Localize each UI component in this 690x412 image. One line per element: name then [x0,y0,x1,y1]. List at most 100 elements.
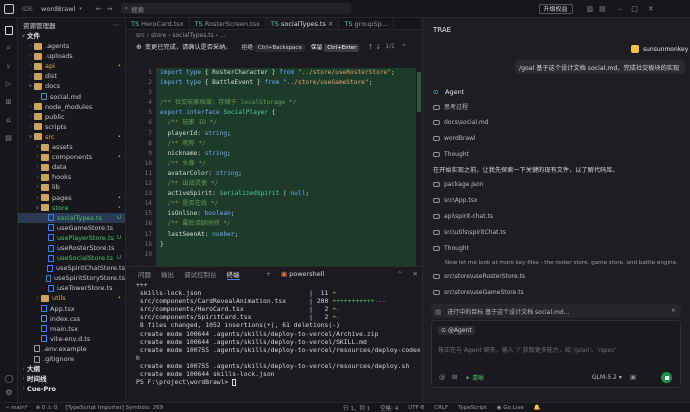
code-line[interactable]: activeSpirit: SerializedSpirit | null; [156,189,416,199]
code-line[interactable]: /** 玩家 ID */ [156,118,416,128]
tree-item[interactable]: › data [18,162,125,172]
tree-item[interactable]: › public [18,112,125,122]
thought-item[interactable]: Thought [433,244,469,252]
tree-item[interactable]: useGameStore.ts [18,223,125,233]
terminal-shell-name[interactable]: powershell [289,270,324,278]
goal-pause-icon[interactable]: ⏸ [672,306,675,315]
next-change-icon[interactable]: ↓ [375,43,381,51]
code-line[interactable]: /** 社交玩家档案：存储于 localStorage */ [156,98,416,108]
stop-button-icon[interactable] [661,372,672,383]
tab-problems[interactable]: 问题 [138,269,151,279]
code-editor[interactable]: 1 2 3 4 5 6 7 8 9 10 11 12 13 14 15 16 17 18 19 import typ… [126,68,422,266]
tree-item[interactable]: index.css [18,314,125,324]
at-mention-icon[interactable]: @ [439,373,446,381]
ts-importer-status[interactable]: [TypeScript Importer] Symbols: 269 [65,405,163,411]
account-icon[interactable]: ◯ [3,372,15,384]
file-reference[interactable]: api\spirit-chat.ts [433,212,493,220]
file-reference[interactable]: package.json [433,180,484,188]
code-line[interactable]: playerId: string; [156,129,416,139]
tree-item[interactable]: ∨ docs [18,81,125,91]
tab-social-types[interactable]: TS socialTypes.ts ✕ [265,18,340,29]
tree-item[interactable]: useTowerStore.ts [18,283,125,293]
tab-roster-screen[interactable]: TS RosterScreen.tsx [190,18,266,29]
tree-item[interactable]: › 时间线 [18,374,125,384]
remote-icon[interactable]: ⌂ [3,114,15,126]
tree-item[interactable]: ∨ 文件 [18,31,125,41]
panel-toggle-icon[interactable]: ▤ [599,5,606,13]
close-icon[interactable]: ✕ [648,5,654,13]
encoding[interactable]: UTF-8 [408,405,424,411]
code-line[interactable]: /** 是否在线 */ [156,199,416,209]
code-line[interactable]: nickname: string; [156,149,416,159]
tree-item[interactable]: › .agents [18,41,125,51]
tree-item[interactable]: › utils • [18,293,125,303]
tree-item[interactable]: useSocialStore.ts U [18,253,125,263]
tab-group-sp[interactable]: TS groupSp... [339,18,394,29]
file-reference[interactable]: wordBrawl [433,134,476,142]
code-body[interactable]: import type { RosterCharacter } from "..… [156,68,416,266]
mention-chip[interactable]: ⊙ @Agent [438,326,475,335]
tree-item[interactable]: social.md [18,92,125,102]
tree-item[interactable]: useSpiritChatStore.ts [18,263,125,273]
tab-terminal[interactable]: 终端 [226,269,240,280]
run-debug-icon[interactable]: ▷ [3,78,15,90]
tab-output[interactable]: 输出 [161,269,174,279]
tab-hero-card[interactable]: TS HeroCard.tsx [126,18,190,29]
tree-item[interactable]: ∨ src • [18,132,125,142]
explorer-icon[interactable] [3,24,15,36]
tree-item[interactable]: › 大纲 [18,364,125,374]
language-mode[interactable]: TypeScript [458,405,487,411]
tree-item[interactable]: .env.example [18,344,125,354]
search-icon[interactable]: ⌕ [3,42,15,54]
tree-item[interactable]: › dist [18,71,125,81]
code-line[interactable]: avatarColor: string; [156,169,416,179]
tree-item[interactable]: › node_modules [18,102,125,112]
tree-item[interactable]: › components • [18,152,125,162]
terminal-output[interactable]: +++ skills-lock.json | 11 + src/componen… [126,281,422,386]
close-tab-icon[interactable]: ✕ [328,20,333,28]
tree-item[interactable]: › lib [18,182,125,192]
code-line[interactable]: lastSeenAt: number; [156,230,416,240]
prev-change-icon[interactable]: ↑ [367,43,373,51]
tree-item[interactable]: › pages • [18,193,125,203]
search-box[interactable]: ⌕ 搜索 [120,3,351,14]
thought-item[interactable]: 思考过程 [433,102,468,111]
tree-item[interactable]: › api • [18,61,125,71]
tree-item[interactable]: ∨ store • [18,203,125,213]
close-panel-icon[interactable]: ✕ [413,270,418,278]
file-reference[interactable]: src\store\useGameStore.ts [433,288,524,296]
new-terminal-icon[interactable]: + [266,270,271,278]
mode-chip[interactable]: ✦ 清晰 [465,373,484,382]
upgrade-button[interactable]: 升级权益 [538,3,573,14]
file-reference[interactable]: src\App.tsx [433,196,477,204]
tree-item[interactable]: useSpiritStoryStore.ts [18,273,125,283]
thought-item[interactable]: Thought [433,150,469,158]
workspace-name[interactable]: wordBrawl [41,5,75,13]
code-line[interactable]: import type { BattleEvent } from "../sto… [156,78,416,88]
line-ending[interactable]: CRLF [434,405,448,411]
file-reference[interactable]: docs\social.md [433,118,489,126]
chevron-down-icon[interactable]: ▾ [79,6,82,12]
chat-input-placeholder[interactable]: 按正在与 Agent 聊天，输入 '/' 获取更多能力，如 '/plan'、'/… [438,345,616,354]
chat-input-box[interactable]: ⊙ @Agent 按正在与 Agent 聊天，输入 '/' 获取更多能力，如 '… [431,320,681,388]
reject-button[interactable]: 拒绝 Ctrl+Backspace [242,42,305,52]
collapse-icon[interactable]: ⌃ [401,43,407,51]
tree-item[interactable]: › hooks [18,172,125,182]
tree-item[interactable]: vite-env.d.ts [18,334,125,344]
sidebar-toggle-icon[interactable]: ▥ [587,5,594,13]
tree-item[interactable]: main.tsx [18,324,125,334]
image-upload-icon[interactable]: ▣ [630,373,636,381]
tree-item[interactable]: › .uploads [18,51,125,61]
git-branch[interactable]: ⑂ main* [6,405,28,411]
minimize-icon[interactable]: – [618,5,622,13]
code-line[interactable]: /** 出战灵使 */ [156,179,416,189]
code-line[interactable]: /** 昵称 */ [156,139,416,149]
docs-icon[interactable]: ▤ [3,132,15,144]
code-line[interactable]: import type { RosterCharacter } from "..… [156,68,416,78]
accept-button[interactable]: 保留 Ctrl+Enter [311,42,360,52]
tree-item[interactable]: socialTypes.ts U [18,212,125,223]
more-actions-icon[interactable]: ⋯ [113,21,120,29]
tab-debug-console[interactable]: 调试控制台 [184,269,217,279]
settings-gear-icon[interactable]: ⚙ [3,386,15,398]
code-line[interactable]: /** 最后活跃时间 */ [156,219,416,229]
